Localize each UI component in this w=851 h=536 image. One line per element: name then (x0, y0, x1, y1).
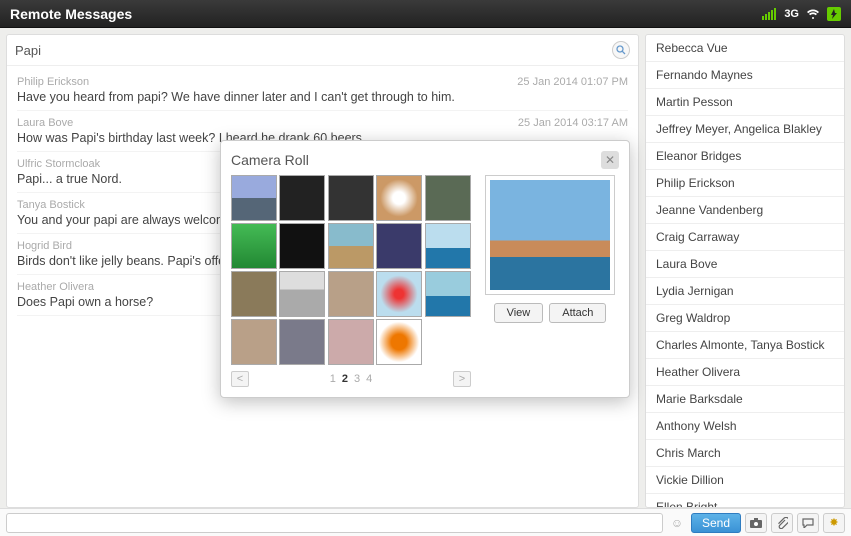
thumbnail[interactable] (425, 175, 471, 221)
contact-item[interactable]: Ellen Bright (646, 494, 844, 508)
message-time: 25 Jan 2014 01:07 PM (517, 76, 628, 88)
view-button[interactable]: View (494, 303, 544, 323)
thumbnail[interactable] (376, 319, 422, 365)
thumbnail[interactable] (231, 223, 277, 269)
thumbnail[interactable] (231, 271, 277, 317)
message-item[interactable]: Philip Erickson 25 Jan 2014 01:07 PM Have … (17, 70, 628, 111)
battery-icon (827, 7, 841, 21)
page-number[interactable]: 2 (342, 373, 348, 385)
contact-item[interactable]: Marie Barksdale (646, 386, 844, 413)
thumbnail[interactable] (279, 175, 325, 221)
attachment-button[interactable] (771, 513, 793, 533)
thumbnail[interactable] (231, 175, 277, 221)
camera-button[interactable] (745, 513, 767, 533)
preview-pane: View Attach (481, 175, 619, 387)
thumbnail[interactable] (376, 223, 422, 269)
thumbnail[interactable] (279, 319, 325, 365)
emoji-button[interactable]: ☺ (667, 516, 687, 530)
message-sender: Heather Olivera (17, 281, 94, 293)
thumbnail[interactable] (376, 175, 422, 221)
message-sender: Philip Erickson (17, 76, 89, 88)
contact-item[interactable]: Lydia Jernigan (646, 278, 844, 305)
thumbnail-grid-wrap: < 1234 > (231, 175, 471, 387)
status-tray: 3G (762, 7, 841, 21)
page-numbers: 1234 (330, 373, 373, 385)
thumbnail[interactable] (279, 271, 325, 317)
page-number[interactable]: 1 (330, 373, 336, 385)
thumbnail-grid (231, 175, 471, 365)
contact-item[interactable]: Craig Carraway (646, 224, 844, 251)
close-button[interactable]: ✕ (601, 151, 619, 169)
message-time: 25 Jan 2014 03:17 AM (518, 117, 628, 129)
message-sender: Tanya Bostick (17, 199, 85, 211)
page-number[interactable]: 3 (354, 373, 360, 385)
contact-item[interactable]: Anthony Welsh (646, 413, 844, 440)
chat-button[interactable] (797, 513, 819, 533)
thumbnail[interactable] (328, 175, 374, 221)
next-page-button[interactable]: > (453, 371, 471, 387)
camera-roll-modal: Camera Roll ✕ < 1234 > View Attach (220, 140, 630, 398)
contact-item[interactable]: Fernando Maynes (646, 62, 844, 89)
message-sender: Hogrid Bird (17, 240, 72, 252)
pager: < 1234 > (231, 371, 471, 387)
network-label: 3G (784, 8, 799, 20)
thumbnail[interactable] (231, 319, 277, 365)
contact-item[interactable]: Eleanor Bridges (646, 143, 844, 170)
thumbnail[interactable] (425, 271, 471, 317)
contact-item[interactable]: Jeffrey Meyer, Angelica Blakley (646, 116, 844, 143)
thumbnail[interactable] (328, 223, 374, 269)
contact-item[interactable]: Charles Almonte, Tanya Bostick (646, 332, 844, 359)
thumbnail[interactable] (328, 271, 374, 317)
send-button[interactable]: Send (691, 513, 741, 533)
prev-page-button[interactable]: < (231, 371, 249, 387)
attach-button[interactable]: Attach (549, 303, 606, 323)
wifi-icon (807, 8, 819, 20)
app-header: Remote Messages 3G (0, 0, 851, 28)
contact-item[interactable]: Martin Pesson (646, 89, 844, 116)
chat-title: Papi (15, 43, 612, 58)
contact-sidebar[interactable]: Rebecca VueFernando MaynesMartin PessonJ… (645, 34, 845, 508)
contact-item[interactable]: Rebecca Vue (646, 35, 844, 62)
contact-item[interactable]: Vickie Dillion (646, 467, 844, 494)
contact-item[interactable]: Heather Olivera (646, 359, 844, 386)
page-number[interactable]: 4 (366, 373, 372, 385)
thumbnail[interactable] (376, 271, 422, 317)
thumbnail[interactable] (328, 319, 374, 365)
thumbnail[interactable] (279, 223, 325, 269)
app-title: Remote Messages (10, 6, 132, 22)
preview-image (485, 175, 615, 295)
contact-item[interactable]: Jeanne Vandenberg (646, 197, 844, 224)
search-button[interactable] (612, 41, 630, 59)
message-sender: Ulfric Stormcloak (17, 158, 100, 170)
compose-bar: ☺ Send ✸ (0, 508, 851, 536)
contact-item[interactable]: Chris March (646, 440, 844, 467)
settings-button[interactable]: ✸ (823, 513, 845, 533)
signal-icon (762, 8, 776, 20)
contact-item[interactable]: Laura Bove (646, 251, 844, 278)
chat-header: Papi (7, 35, 638, 66)
message-sender: Laura Bove (17, 117, 73, 129)
contact-item[interactable]: Philip Erickson (646, 170, 844, 197)
message-body: Have you heard from papi? We have dinner… (17, 90, 628, 104)
thumbnail[interactable] (425, 223, 471, 269)
compose-input[interactable] (6, 513, 663, 533)
modal-title: Camera Roll (231, 152, 309, 168)
contact-item[interactable]: Greg Waldrop (646, 305, 844, 332)
